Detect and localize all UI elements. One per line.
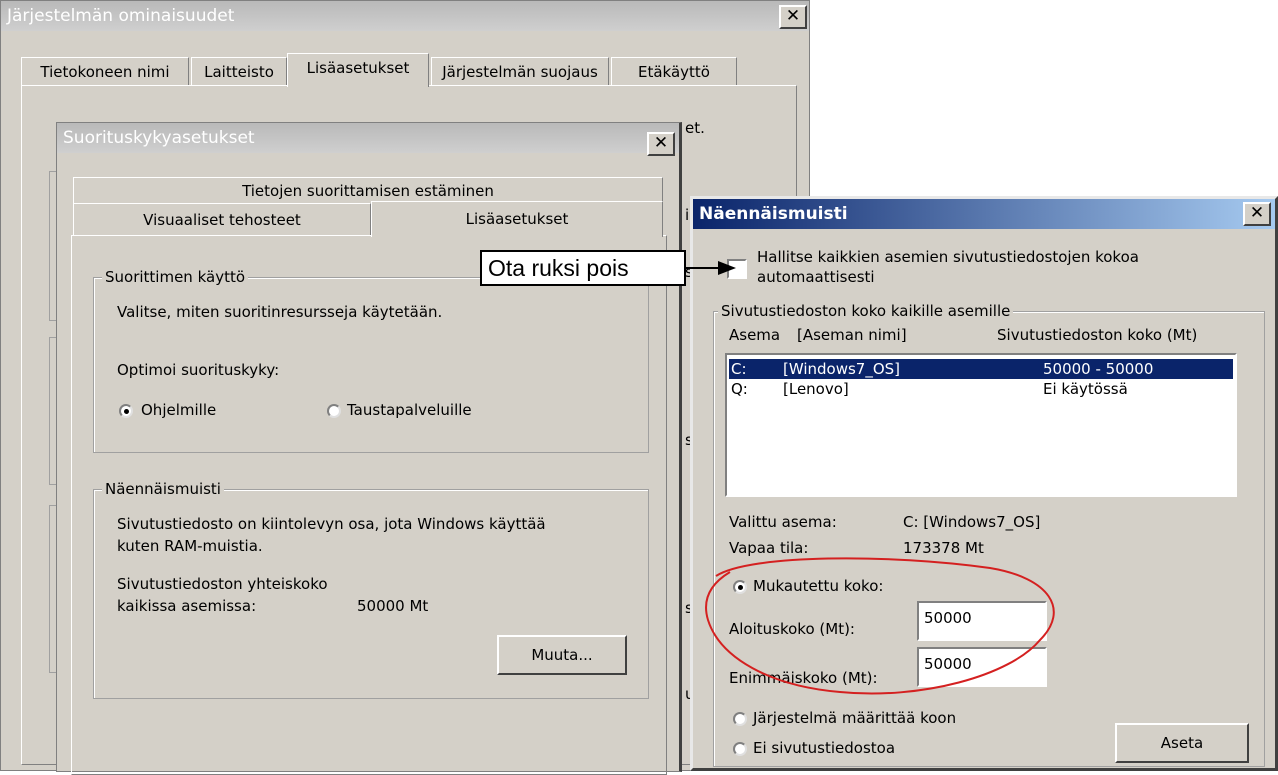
- performance-options-window: Suorituskykyasetukset ✕ Tietojen suoritt…: [56, 122, 682, 775]
- drive-letter: C:: [731, 360, 747, 378]
- vm-description-2: kuten RAM-muistia.: [117, 537, 263, 555]
- tab-computer-name[interactable]: Tietokoneen nimi: [21, 57, 189, 85]
- annotation-text: Ota ruksi pois: [488, 255, 629, 281]
- drive-letter: Q:: [731, 380, 748, 398]
- auto-manage-label-2[interactable]: automaattisesti: [757, 268, 875, 286]
- vm-total-label-1: Sivutustiedoston yhteiskoko: [117, 575, 328, 593]
- radio-background-label[interactable]: Taustapalveluille: [347, 401, 472, 419]
- optimize-label: Optimoi suorituskyky:: [117, 361, 280, 379]
- radio-no-paging-file[interactable]: [733, 742, 747, 756]
- radio-programs[interactable]: [119, 404, 133, 418]
- vm-description-1: Sivutustiedosto on kiintolevyn osa, jota…: [117, 515, 546, 533]
- column-drive-name: [Aseman nimi]: [797, 326, 907, 344]
- drive-list[interactable]: C: [Windows7_OS] 50000 - 50000 Q: [Lenov…: [725, 353, 1237, 497]
- tab-advanced-performance[interactable]: Lisäasetukset: [371, 201, 663, 237]
- drive-name: [Windows7_OS]: [783, 360, 901, 378]
- system-properties-titlebar[interactable]: Järjestelmän ominaisuudet: [1, 1, 809, 31]
- tab-hardware[interactable]: Laitteisto: [191, 57, 287, 85]
- virtual-memory-legend: Näennäismuisti: [102, 480, 224, 498]
- no-paging-file-label[interactable]: Ei sivutustiedostoa: [753, 739, 895, 757]
- set-button[interactable]: Aseta: [1115, 723, 1249, 763]
- drive-size: 50000 - 50000: [1043, 360, 1154, 378]
- performance-options-titlebar[interactable]: Suorituskykyasetukset: [57, 123, 679, 153]
- tab-system-protection[interactable]: Järjestelmän suojaus: [431, 57, 609, 85]
- vm-total-value: 50000 Mt: [357, 597, 429, 615]
- group-edge-2: [49, 337, 56, 485]
- column-paging-size: Sivutustiedoston koko (Mt): [997, 326, 1198, 344]
- close-icon[interactable]: ✕: [647, 132, 675, 156]
- highlight-ellipse: [705, 557, 1055, 695]
- drive-size: Ei käytössä: [1043, 380, 1128, 398]
- tab-visual-effects[interactable]: Visuaaliset tehosteet: [73, 203, 371, 235]
- auto-manage-label-1[interactable]: Hallitse kaikkien asemien sivutustiedost…: [757, 248, 1139, 266]
- tab-data-execution-prevention[interactable]: Tietojen suorittamisen estäminen: [73, 177, 663, 203]
- selected-drive-value: C: [Windows7_OS]: [903, 513, 1041, 531]
- annotation-callout: Ota ruksi pois: [480, 250, 686, 286]
- tab-remote[interactable]: Etäkäyttö: [611, 57, 737, 85]
- group-edge-1: [49, 171, 56, 321]
- tab-advanced[interactable]: Lisäasetukset: [287, 53, 429, 87]
- system-properties-title: Järjestelmän ominaisuudet: [7, 6, 235, 26]
- paging-file-legend: Sivutustiedoston koko kaikille asemille: [718, 302, 1014, 320]
- column-drive: Asema: [729, 326, 781, 344]
- drive-name: [Lenovo]: [783, 380, 849, 398]
- group-edge-3: [49, 505, 56, 673]
- drive-row-c[interactable]: C: [Windows7_OS] 50000 - 50000: [729, 359, 1233, 379]
- processor-description: Valitse, miten suoritinresursseja käytet…: [117, 303, 443, 321]
- virtual-memory-title: Näennäismuisti: [699, 204, 848, 224]
- close-icon[interactable]: ✕: [779, 5, 807, 29]
- close-icon[interactable]: ✕: [1243, 202, 1271, 226]
- drive-row-q[interactable]: Q: [Lenovo] Ei käytössä: [729, 379, 1233, 399]
- change-button[interactable]: Muuta...: [497, 635, 627, 675]
- annotation-arrow-icon: [684, 261, 736, 275]
- radio-background-services[interactable]: [327, 404, 341, 418]
- radio-programs-label[interactable]: Ohjelmille: [141, 401, 216, 419]
- performance-options-title: Suorituskykyasetukset: [63, 128, 255, 148]
- virtual-memory-titlebar[interactable]: Näennäismuisti: [693, 199, 1275, 229]
- processor-scheduling-legend: Suorittimen käyttö: [102, 268, 249, 286]
- partial-text-1: et.: [685, 119, 705, 137]
- selected-drive-label: Valittu asema:: [729, 513, 837, 531]
- vm-total-label-2: kaikissa asemissa:: [117, 597, 257, 615]
